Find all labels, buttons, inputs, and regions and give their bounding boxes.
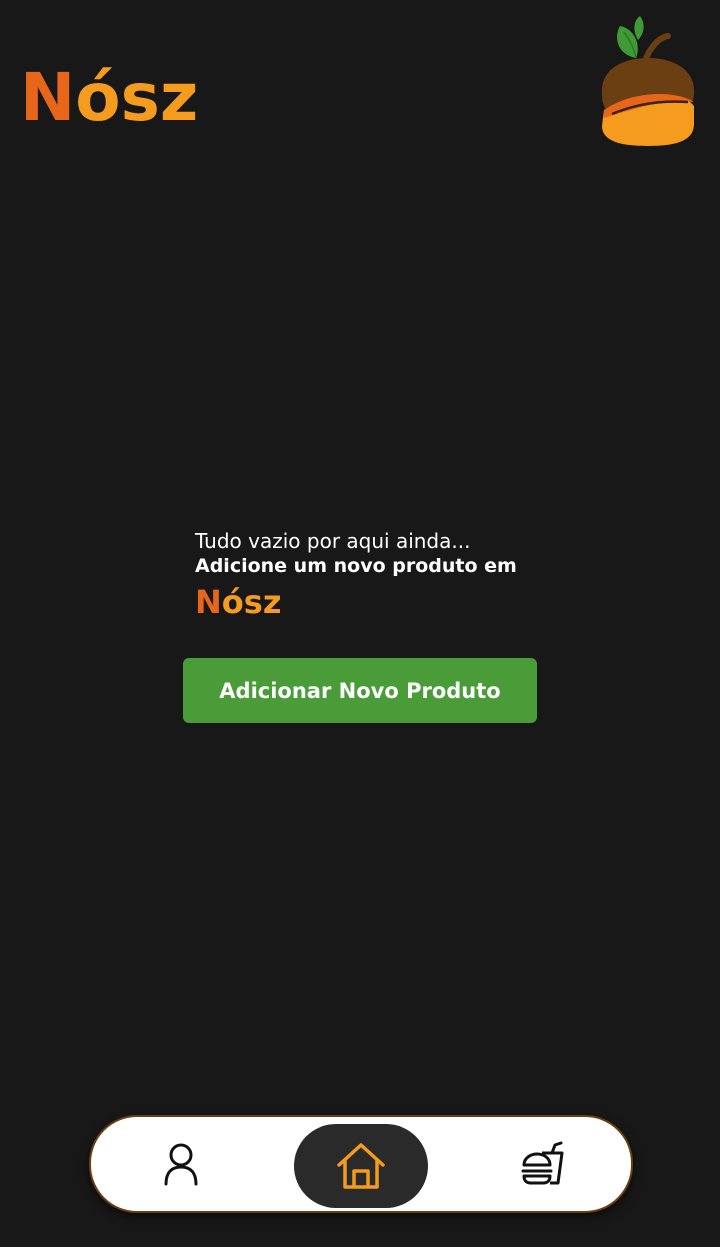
empty-state-brand: Nósz [195, 582, 555, 622]
empty-state-subtitle: Adicione um novo produto em [195, 555, 517, 577]
nav-item-profile[interactable] [131, 1117, 231, 1211]
empty-state: Tudo vazio por aqui ainda... Adicione um… [195, 528, 555, 622]
add-product-button[interactable]: Adicionar Novo Produto [183, 658, 537, 723]
empty-state-title: Tudo vazio por aqui ainda... [195, 529, 471, 553]
nav-item-home[interactable] [294, 1124, 428, 1208]
brand-logo-initial: N [20, 59, 76, 136]
home-icon [337, 1143, 385, 1189]
acorn-logo-icon [601, 16, 695, 146]
brand-logo-rest: ósz [75, 59, 199, 136]
brand-logo: Nósz [20, 56, 198, 140]
user-icon [164, 1143, 198, 1186]
empty-state-brand-rest: ósz [221, 583, 282, 621]
food-icon [521, 1141, 564, 1185]
empty-state-brand-initial: N [195, 583, 222, 621]
bottom-nav [89, 1115, 633, 1213]
nav-item-products[interactable] [493, 1117, 593, 1211]
